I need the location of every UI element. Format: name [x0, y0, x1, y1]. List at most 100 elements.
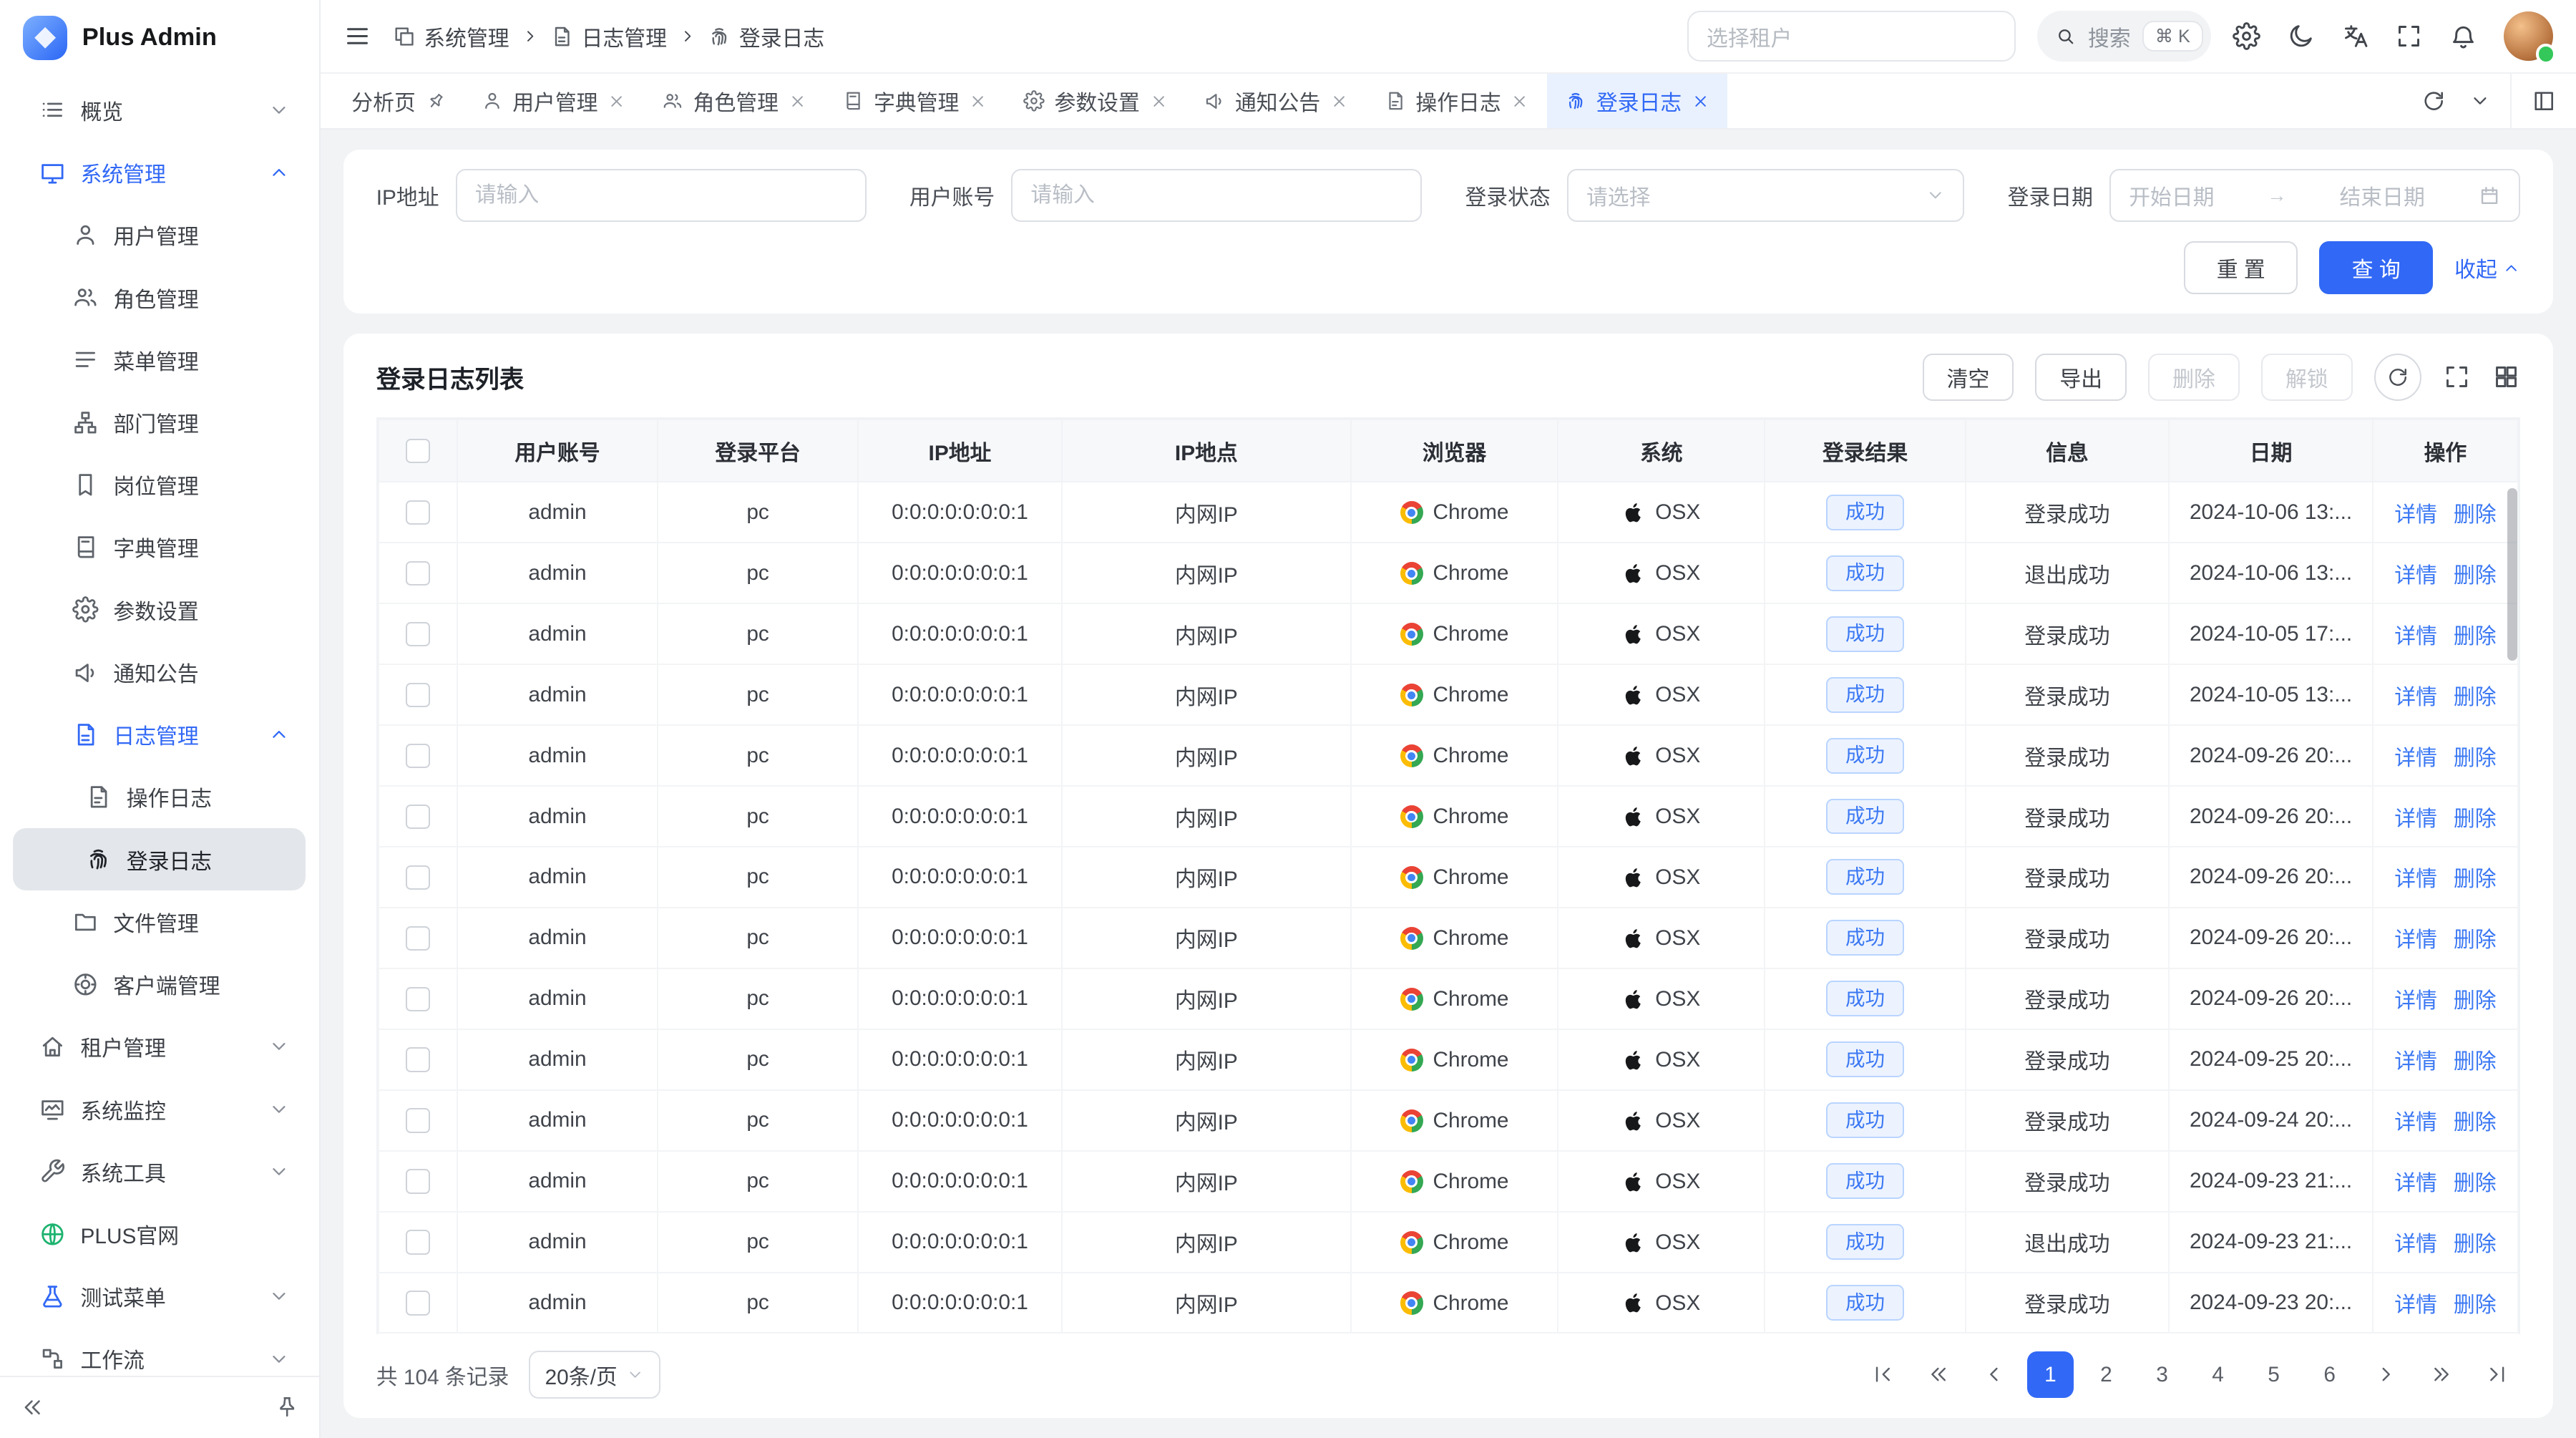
jump-back-button[interactable] [1916, 1351, 1961, 1397]
sidebar-item[interactable]: 系统监控 [13, 1078, 306, 1140]
refresh-tab-icon[interactable] [2421, 89, 2446, 113]
detail-link[interactable]: 详情 [2394, 1050, 2437, 1074]
content-expand-icon[interactable] [2532, 89, 2556, 113]
prev-page-button[interactable] [1971, 1351, 2017, 1397]
sidebar-item[interactable]: 工作流 [13, 1328, 306, 1376]
avatar[interactable] [2504, 11, 2553, 61]
delete-link[interactable]: 删除 [2454, 686, 2497, 709]
detail-link[interactable]: 详情 [2394, 807, 2437, 831]
row-checkbox[interactable] [406, 744, 430, 768]
row-checkbox[interactable] [406, 926, 430, 951]
row-checkbox[interactable] [406, 683, 430, 707]
detail-link[interactable]: 详情 [2394, 747, 2437, 770]
delete-link[interactable]: 删除 [2454, 989, 2497, 1013]
tab-close-icon[interactable] [1330, 92, 1348, 110]
page-5-button[interactable]: 5 [2250, 1351, 2296, 1397]
sidebar-item[interactable]: 字典管理 [13, 516, 306, 578]
breadcrumb-item[interactable]: 登录日志 [708, 21, 824, 52]
notifications-icon[interactable] [2449, 22, 2477, 50]
tab-1[interactable]: 用户管理 [463, 74, 643, 128]
sidebar-item[interactable]: 文件管理 [13, 890, 306, 953]
delete-link[interactable]: 删除 [2454, 1111, 2497, 1135]
page-3-button[interactable]: 3 [2139, 1351, 2185, 1397]
refresh-table-button[interactable] [2374, 354, 2422, 402]
language-icon[interactable] [2341, 22, 2369, 50]
sidebar-item[interactable]: 日志管理 [13, 704, 306, 766]
delete-button[interactable]: 删除 [2148, 354, 2240, 402]
sidebar-item[interactable]: 角色管理 [13, 266, 306, 329]
breadcrumb-item[interactable]: 系统管理 [393, 21, 509, 52]
row-checkbox[interactable] [406, 1230, 430, 1254]
column-header[interactable]: 系统 [1558, 419, 1765, 482]
column-header[interactable]: 用户账号 [457, 419, 658, 482]
settings-icon[interactable] [2233, 22, 2260, 50]
column-settings-icon[interactable] [2492, 363, 2520, 391]
fullscreen-icon[interactable] [2395, 22, 2423, 50]
column-header[interactable]: 操作 [2373, 419, 2518, 482]
detail-link[interactable]: 详情 [2394, 564, 2437, 588]
tab-close-icon[interactable] [789, 92, 806, 110]
select-all-checkbox[interactable] [406, 439, 430, 463]
detail-link[interactable]: 详情 [2394, 1233, 2437, 1256]
row-checkbox[interactable] [406, 500, 430, 525]
last-page-button[interactable] [2474, 1351, 2520, 1397]
detail-link[interactable]: 详情 [2394, 1293, 2437, 1317]
detail-link[interactable]: 详情 [2394, 625, 2437, 648]
export-button[interactable]: 导出 [2035, 354, 2127, 402]
sidebar-item[interactable]: PLUS官网 [13, 1203, 306, 1265]
global-search-button[interactable]: 搜索 ⌘ K [2037, 11, 2212, 62]
sidebar-item[interactable]: 操作日志 [13, 766, 306, 828]
page-6-button[interactable]: 6 [2307, 1351, 2353, 1397]
sidebar-item[interactable]: 岗位管理 [13, 454, 306, 516]
tab-0[interactable]: 分析页 [333, 74, 463, 128]
clear-button[interactable]: 清空 [1923, 354, 2014, 402]
tab-7[interactable]: 登录日志 [1547, 74, 1727, 128]
delete-link[interactable]: 删除 [2454, 564, 2497, 588]
column-header[interactable]: IP地点 [1062, 419, 1351, 482]
delete-link[interactable]: 删除 [2454, 868, 2497, 891]
delete-link[interactable]: 删除 [2454, 1233, 2497, 1256]
next-page-button[interactable] [2363, 1351, 2409, 1397]
sidebar-item[interactable]: 通知公告 [13, 641, 306, 703]
tab-close-icon[interactable] [1150, 92, 1168, 110]
row-checkbox[interactable] [406, 865, 430, 890]
breadcrumb-item[interactable]: 日志管理 [550, 21, 667, 52]
column-header[interactable]: 日期 [2169, 419, 2373, 482]
pin-sidebar-icon[interactable] [275, 1395, 299, 1419]
collapse-sidebar-icon[interactable] [20, 1395, 44, 1419]
logo[interactable]: Plus Admin [0, 0, 319, 76]
row-checkbox[interactable] [406, 1169, 430, 1193]
sidebar-item[interactable]: 测试菜单 [13, 1265, 306, 1328]
column-header[interactable]: IP地址 [858, 419, 1062, 482]
delete-link[interactable]: 删除 [2454, 1172, 2497, 1195]
page-1-button[interactable]: 1 [2027, 1351, 2073, 1397]
detail-link[interactable]: 详情 [2394, 503, 2437, 527]
jump-forward-button[interactable] [2419, 1351, 2464, 1397]
tab-close-icon[interactable] [1511, 92, 1528, 110]
row-checkbox[interactable] [406, 1291, 430, 1315]
row-checkbox[interactable] [406, 805, 430, 829]
ip-input[interactable] [475, 183, 847, 208]
tab-6[interactable]: 操作日志 [1367, 74, 1547, 128]
delete-link[interactable]: 删除 [2454, 1050, 2497, 1074]
sidebar-item[interactable]: 系统管理 [13, 141, 306, 203]
detail-link[interactable]: 详情 [2394, 989, 2437, 1013]
account-input[interactable] [1030, 183, 1402, 208]
sidebar-item[interactable]: 客户端管理 [13, 953, 306, 1015]
row-checkbox[interactable] [406, 987, 430, 1011]
tenant-select[interactable]: 选择租户 [1687, 11, 2016, 62]
table-fullscreen-icon[interactable] [2443, 363, 2471, 391]
search-button[interactable]: 查 询 [2319, 241, 2433, 293]
tab-close-icon[interactable] [1692, 92, 1709, 110]
column-header[interactable]: 登录平台 [658, 419, 858, 482]
sidebar-item[interactable]: 用户管理 [13, 204, 306, 266]
menu-toggle-button[interactable] [343, 22, 371, 50]
delete-link[interactable]: 删除 [2454, 625, 2497, 648]
delete-link[interactable]: 删除 [2454, 1293, 2497, 1317]
sidebar-item[interactable]: 系统工具 [13, 1140, 306, 1203]
detail-link[interactable]: 详情 [2394, 868, 2437, 891]
sidebar-item[interactable]: 概览 [13, 79, 306, 141]
date-range-picker[interactable]: 开始日期 → 结束日期 [2109, 169, 2520, 221]
sidebar-item[interactable]: 部门管理 [13, 391, 306, 453]
sidebar-item[interactable]: 菜单管理 [13, 329, 306, 391]
